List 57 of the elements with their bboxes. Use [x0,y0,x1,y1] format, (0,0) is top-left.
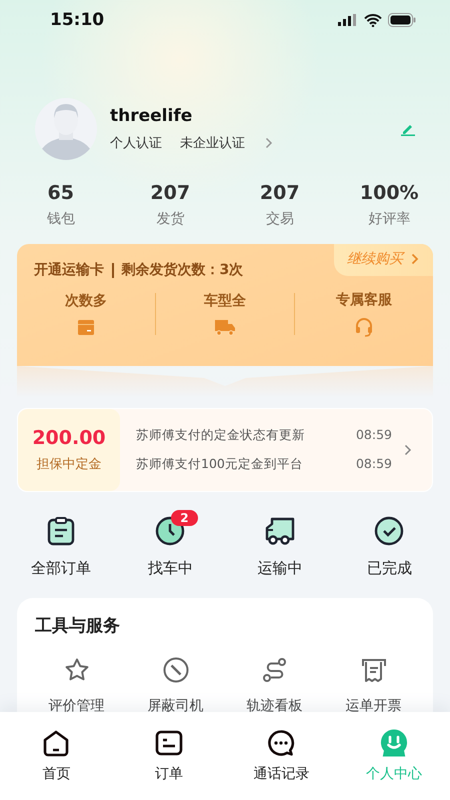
card-title: 开通运输卡 [34,261,104,279]
chevron-right-icon [265,137,273,149]
stat-value: 65 [48,182,74,204]
certification-link[interactable]: 个人认证 未企业认证 [110,134,400,152]
status-time: 15:10 [50,10,104,30]
battery-icon [388,13,416,27]
chevron-right-icon [404,444,412,456]
tool-item[interactable]: 评价管理 [27,657,126,715]
block-icon [162,657,188,683]
tool-item[interactable]: 屏蔽司机 [126,657,225,715]
deposit-amount: 200.00 [32,427,106,449]
order-status-item[interactable]: 运输中 [225,509,334,578]
deposit-label: 担保中定金 [36,456,102,473]
stat-label: 好评率 [368,210,410,228]
deposit-card[interactable]: 200.00 担保中定金 苏师傅支付的定金状态有更新 08:59 苏师傅支付100元定金到平台 08:59 [17,408,433,492]
stat-label: 发货 [156,210,184,228]
feature-label: 次数多 [65,292,107,310]
stat-value: 100% [360,182,419,204]
signal-icon [338,14,358,26]
chat-icon [267,729,296,757]
stat-value: 207 [150,182,190,204]
edit-icon[interactable] [400,122,416,136]
tab-item[interactable]: 订单 [112,712,225,800]
order-status-item[interactable]: 全部订单 [6,509,116,578]
order-status-item[interactable]: 2 找车中 [116,509,225,578]
message-time: 08:59 [356,456,392,473]
stat-value: 207 [260,182,300,204]
truck-icon [214,318,236,336]
truck-icon [264,516,296,546]
message-text: 苏师傅支付的定金状态有更新 [136,427,305,444]
order-icon [154,729,183,757]
tool-item[interactable]: 轨迹看板 [225,657,324,715]
feature-label: 专属客服 [336,291,392,309]
message-time: 08:59 [356,427,392,444]
section-title: 工具与服务 [35,616,120,636]
home-icon [42,729,70,757]
stat-label: 交易 [266,210,294,228]
message-text: 苏师傅支付100元定金到平台 [136,456,303,473]
receipt-icon [360,657,386,683]
headset-icon [354,317,374,337]
smiley-icon [380,729,408,757]
feature-label: 车型全 [204,292,246,310]
count-badge: 2 [171,510,198,526]
star-icon [64,657,90,683]
tool-item[interactable]: 运单开票 [324,657,423,715]
user-name: threelife [110,106,194,126]
check-circle-icon [374,516,404,546]
tab-item[interactable]: 通话记录 [225,712,338,800]
clipboard-icon [46,516,76,546]
wifi-icon [364,14,382,26]
box-icon [77,318,95,336]
route-icon [262,657,288,683]
remaining-count: 剩余发货次数：3次 [122,261,244,279]
tab-item[interactable]: 首页 [0,712,112,800]
chevron-right-icon [411,253,419,265]
order-status-item[interactable]: 已完成 [334,509,444,578]
stat-label: 钱包 [46,210,75,228]
